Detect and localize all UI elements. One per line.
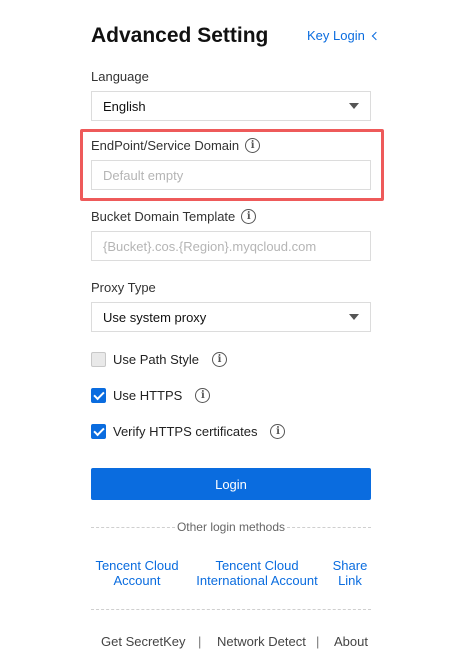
https-label: Use HTTPS: [113, 388, 183, 403]
link-line-1: Tencent Cloud: [215, 558, 299, 573]
info-icon[interactable]: i: [270, 424, 286, 439]
link-line-1: Share: [332, 558, 368, 573]
info-icon[interactable]: i: [241, 209, 257, 224]
link-line-2: Link: [338, 573, 362, 588]
language-label: Language: [91, 69, 149, 84]
language-selected-value: English: [103, 98, 146, 114]
verify-https-option[interactable]: Verify HTTPS certificates i: [91, 424, 286, 439]
key-login-label: Key Login: [307, 28, 365, 43]
language-select[interactable]: English: [91, 91, 371, 121]
divider-line: [91, 526, 175, 528]
page-title: Advanced Setting: [91, 24, 269, 47]
link-line-1: Tencent Cloud: [95, 558, 179, 573]
proxy-type-label-text: Proxy Type: [91, 280, 156, 295]
other-methods-divider: Other login methods: [91, 519, 371, 535]
bucket-domain-label-text: Bucket Domain Template: [91, 209, 236, 224]
footer-divider: [91, 609, 371, 610]
dropdown-arrow-icon: [349, 103, 359, 109]
endpoint-label-text: EndPoint/Service Domain: [91, 138, 240, 153]
link-line-2: Account: [113, 573, 161, 588]
divider-line: [287, 526, 371, 528]
endpoint-field[interactable]: [91, 160, 371, 190]
bucket-domain-label: Bucket Domain Template i: [91, 209, 257, 224]
path-style-option[interactable]: Use Path Style i: [91, 352, 227, 367]
about-link[interactable]: About: [334, 634, 368, 649]
https-option[interactable]: Use HTTPS i: [91, 388, 211, 403]
key-login-link[interactable]: Key Login: [307, 28, 381, 43]
proxy-selected-value: Use system proxy: [103, 309, 207, 325]
info-icon[interactable]: i: [195, 388, 211, 403]
info-icon[interactable]: i: [245, 138, 261, 153]
share-link-link[interactable]: Share Link: [328, 558, 372, 588]
endpoint-input[interactable]: [103, 167, 359, 183]
dropdown-arrow-icon: [349, 314, 359, 320]
tencent-intl-account-link[interactable]: Tencent Cloud International Account: [192, 558, 322, 588]
https-checkbox[interactable]: [91, 388, 106, 403]
tencent-cloud-account-link[interactable]: Tencent Cloud Account: [91, 558, 183, 588]
footer-separator: |: [316, 634, 320, 649]
proxy-type-select[interactable]: Use system proxy: [91, 302, 371, 332]
verify-https-label: Verify HTTPS certificates: [113, 424, 258, 439]
path-style-label: Use Path Style: [113, 352, 199, 367]
info-icon[interactable]: i: [212, 352, 227, 367]
path-style-checkbox[interactable]: [91, 352, 106, 367]
language-label-text: Language: [91, 69, 149, 84]
link-line-2: International Account: [196, 573, 318, 588]
proxy-type-label: Proxy Type: [91, 280, 156, 295]
other-methods-label: Other login methods: [176, 520, 286, 534]
network-detect-link[interactable]: Network Detect: [217, 634, 306, 649]
verify-https-checkbox[interactable]: [91, 424, 106, 439]
get-secretkey-link[interactable]: Get SecretKey: [101, 634, 186, 649]
endpoint-label: EndPoint/Service Domain i: [91, 138, 261, 153]
bucket-domain-input[interactable]: [103, 238, 359, 254]
login-button[interactable]: Login: [91, 468, 371, 500]
bucket-domain-field[interactable]: [91, 231, 371, 261]
chevron-left-icon: [371, 31, 381, 40]
footer-separator: |: [198, 634, 202, 649]
